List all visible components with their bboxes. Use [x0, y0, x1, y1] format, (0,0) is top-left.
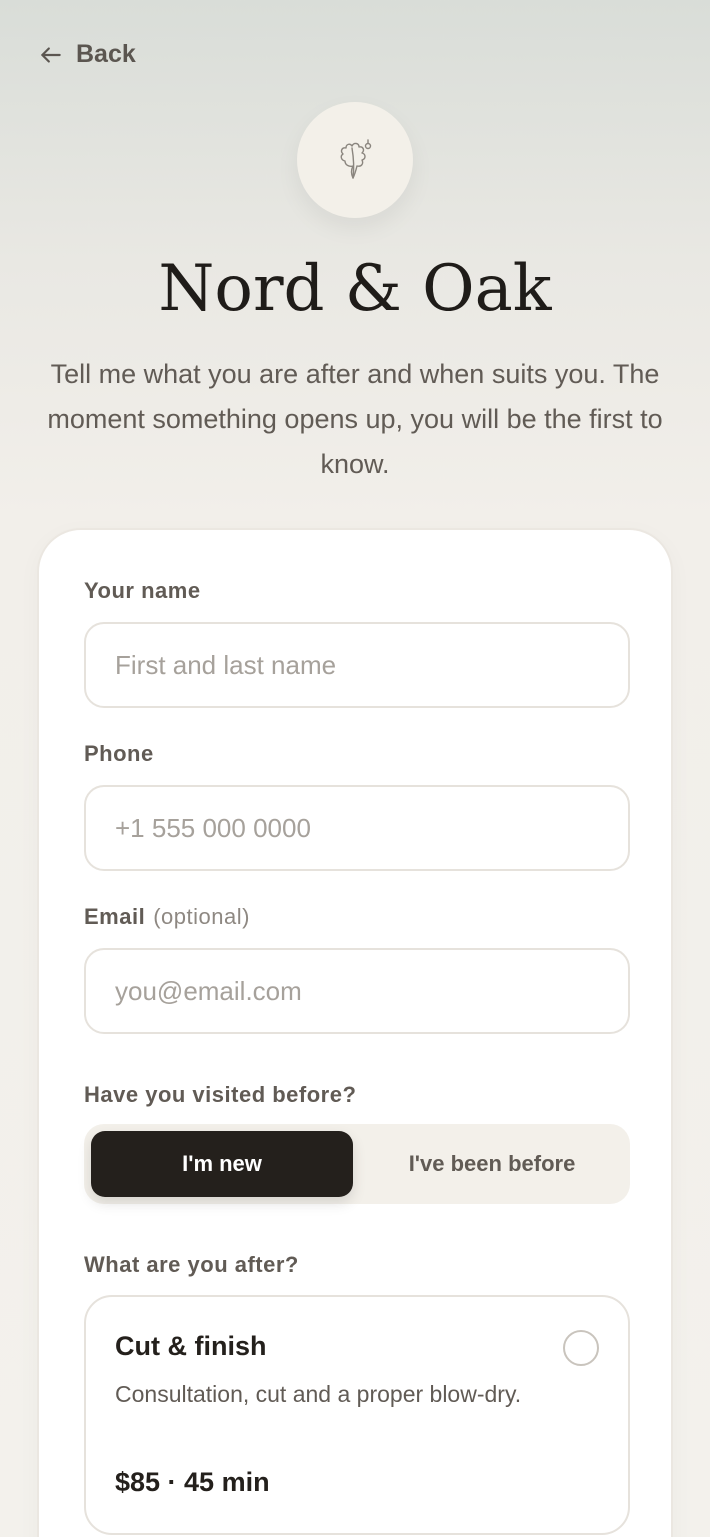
waitlist-form-card: Your name Phone Email (optional) Have you…: [37, 528, 673, 1537]
email-label: Email (optional): [84, 904, 250, 930]
intro-text: Tell me what you are after and when suit…: [47, 359, 663, 479]
phone-input[interactable]: [84, 785, 630, 871]
name-label: Your name: [84, 578, 201, 603]
radio-unchecked-icon[interactable]: [563, 1330, 599, 1366]
brand-title: Nord & Oak: [158, 252, 552, 326]
email-optional-note: (optional): [153, 904, 250, 929]
visited-toggle: I'm new I've been before: [84, 1124, 630, 1204]
brand-logo: [297, 102, 413, 218]
visited-label: Have you visited before?: [84, 1082, 357, 1107]
back-button[interactable]: Back: [38, 40, 136, 69]
toggle-option-new[interactable]: I'm new: [91, 1131, 353, 1197]
email-input[interactable]: [84, 948, 630, 1034]
service-option-card[interactable]: Cut & finish Consultation, cut and a pro…: [84, 1295, 630, 1535]
toggle-option-returning[interactable]: I've been before: [361, 1131, 623, 1197]
name-input[interactable]: [84, 622, 630, 708]
oak-leaf-icon: [340, 139, 372, 179]
service-title: Cut & finish: [115, 1331, 267, 1361]
service-label: What are you after?: [84, 1252, 299, 1277]
phone-label: Phone: [84, 741, 154, 766]
email-label-text: Email: [84, 904, 146, 929]
service-description: Consultation, cut and a proper blow-dry.: [115, 1381, 522, 1407]
service-price: $85 · 45 min: [115, 1467, 270, 1497]
arrow-left-icon: [41, 46, 61, 63]
back-label: Back: [76, 40, 136, 68]
